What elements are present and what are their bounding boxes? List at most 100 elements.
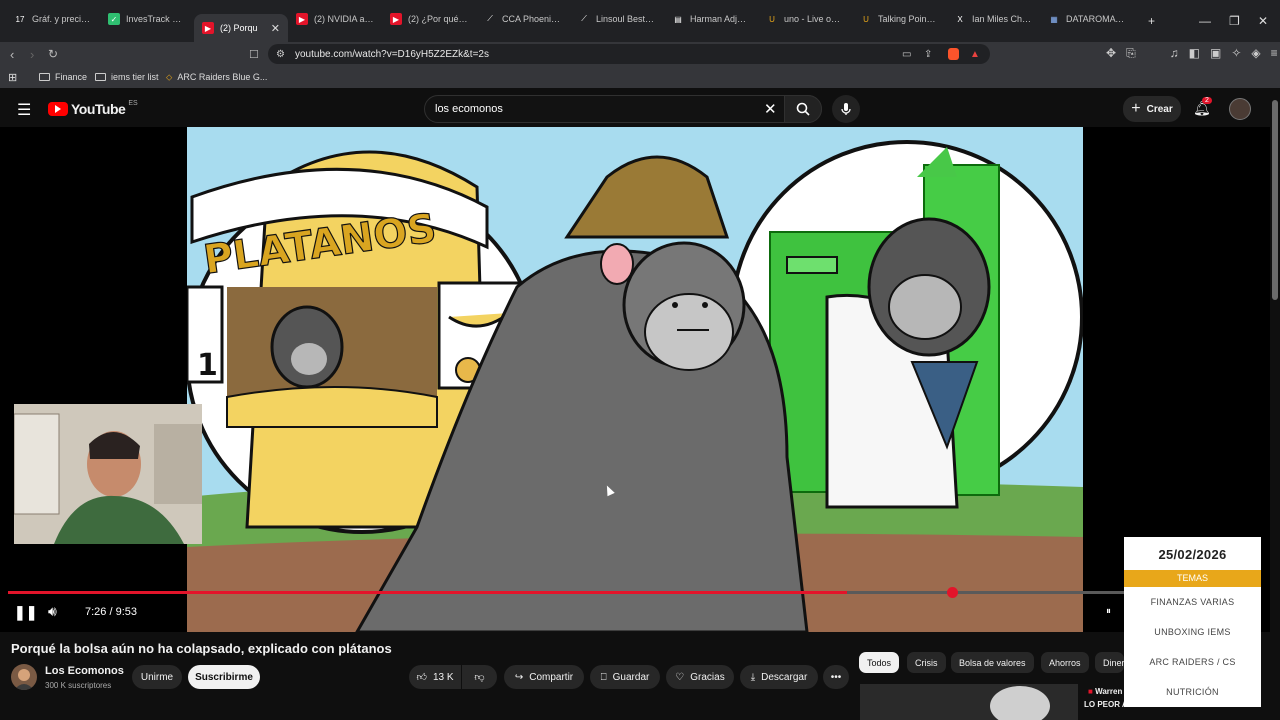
music-icon[interactable]: ♫ — [1170, 46, 1179, 61]
download-icon: ⤓ — [750, 671, 756, 683]
site-info-icon[interactable]: ⚙ — [276, 49, 285, 60]
brave-rewards-icon[interactable]: ▲ — [970, 49, 980, 60]
progress-fill — [8, 591, 848, 594]
voice-search-button[interactable] — [832, 95, 860, 123]
save-button[interactable]: ⎕ Guardar — [590, 665, 660, 689]
chart-icon: ▤ — [672, 13, 684, 25]
x-icon: X — [954, 13, 966, 25]
share-button[interactable]: ↪ Compartir — [504, 665, 584, 689]
vpn-icon[interactable]: ◈ — [1251, 46, 1260, 61]
screenshot-icon[interactable]: ⎘ — [1126, 46, 1136, 61]
share-icon[interactable]: ⇪ — [924, 49, 932, 60]
channel-avatar[interactable] — [11, 664, 37, 690]
create-button[interactable]: + Crear — [1123, 96, 1181, 122]
leo-icon[interactable]: ✧ — [1231, 46, 1241, 61]
avatar[interactable] — [1229, 98, 1251, 120]
bookmark-icon[interactable]: ☐ — [249, 48, 259, 61]
chip-crisis[interactable]: Crisis — [907, 652, 946, 673]
bookmark-finance[interactable]: Finance — [39, 72, 87, 82]
tab-title: Harman Adjusted — [690, 14, 750, 24]
apps-icon[interactable]: ⊞ — [8, 71, 17, 84]
folder-icon — [95, 73, 106, 81]
autoplay-toggle-icon[interactable]: ⏸ — [1106, 606, 1111, 617]
topic-item[interactable]: FINANZAS VARIAS — [1124, 587, 1261, 617]
browser-tab[interactable]: ▶ (2) Porqu ✕ — [194, 14, 288, 42]
browser-tab[interactable]: ▶ (2) ¿Por qué sube — [382, 2, 476, 36]
recommendation-channel[interactable]: ■ Warren — [1088, 687, 1124, 696]
bookmark-iems[interactable]: iems tier list — [95, 72, 159, 82]
search-input[interactable]: los ecomonos ✕ — [424, 95, 822, 123]
tab-title: DATAROMA Supe — [1066, 14, 1126, 24]
like-button[interactable]: 👍︎ 13 K — [409, 665, 461, 689]
recommendation-title[interactable]: LO PEOR AÚN NO HA LLEGADO — [1084, 700, 1124, 709]
browser-tab[interactable]: ⟋ CCA Phoenix | 10 — [476, 2, 570, 36]
tab-title: uno - Live overla — [784, 14, 844, 24]
browser-tab[interactable]: 17 Gráf. y precio fo — [6, 2, 100, 36]
tab-title: Linsoul Best Audi — [596, 14, 656, 24]
notifications-button[interactable]: 🔔︎ 2 — [1193, 97, 1212, 117]
brave-shield-icon[interactable] — [948, 48, 959, 60]
forward-icon[interactable]: › — [30, 47, 34, 62]
youtube-icon: ▶ — [390, 13, 402, 25]
subscribe-button[interactable]: Suscribirme — [188, 665, 260, 689]
browser-tab[interactable]: ✓ InvesTrack – Tus — [100, 2, 194, 36]
more-actions-button[interactable]: ••• — [823, 665, 849, 689]
video-title: Porqué la bolsa aún no ha colapsado, exp… — [11, 641, 392, 656]
topic-item[interactable]: NUTRICIÓN — [1124, 677, 1261, 707]
channel-name[interactable]: Los Ecomonos — [45, 665, 124, 677]
heart-dollar-icon: ♡ — [675, 671, 685, 683]
url-text: youtube.com/watch?v=D16yH5Z2EZk&t=2s — [295, 48, 489, 60]
video-frame[interactable]: PLATANOS 1 1 — [187, 127, 1083, 632]
back-icon[interactable]: ‹ — [10, 47, 14, 62]
topic-item[interactable]: ARC RAIDERS / CS — [1124, 647, 1261, 677]
browser-tab[interactable]: ⟋ Linsoul Best Audi — [570, 2, 664, 36]
thanks-button[interactable]: ♡ Gracias — [666, 665, 734, 689]
like-count: 13 K — [432, 671, 454, 683]
scrollbar-thumb[interactable] — [1272, 100, 1278, 300]
install-icon[interactable]: ▭ — [902, 49, 911, 60]
restore-button[interactable]: ❐ — [1229, 14, 1240, 28]
browser-tab[interactable]: X Ian Miles Cheong — [946, 2, 1040, 36]
pause-icon[interactable]: ❚❚ — [14, 604, 37, 621]
chip-all[interactable]: Todos — [859, 652, 900, 673]
search-button[interactable] — [784, 95, 822, 123]
chip-savings[interactable]: Ahorros — [1041, 652, 1089, 673]
browser-tab[interactable]: Uuno - Live overla — [758, 2, 852, 36]
thumbs-up-icon: 👍︎ — [416, 672, 427, 683]
chip-money[interactable]: Diner — [1095, 652, 1124, 673]
youtube-logo[interactable]: YouTube ES — [48, 100, 138, 117]
download-button[interactable]: ⤓ Descargar — [740, 665, 818, 689]
menu-icon[interactable]: ≡ — [1271, 46, 1278, 61]
browser-tab[interactable]: ▦ DATAROMA Supe — [1040, 2, 1134, 36]
more-icon: ••• — [830, 671, 842, 683]
bookmark-arc[interactable]: ⬦ ARC Raiders Blue G... — [166, 72, 267, 83]
topic-item[interactable]: UNBOXING IEMS — [1124, 617, 1261, 647]
join-button[interactable]: Unirme — [132, 665, 182, 689]
recommendation-thumbnail[interactable] — [860, 684, 1078, 720]
recommendation-channel-name: Warren — [1095, 687, 1123, 696]
hamburger-menu-icon[interactable]: ☰ — [17, 100, 31, 120]
close-window-button[interactable]: ✕ — [1258, 14, 1268, 28]
minimize-button[interactable]: — — [1199, 14, 1211, 28]
progress-scrubber[interactable] — [947, 587, 958, 598]
browser-tab[interactable]: ▶ (2) NVIDIA al LÍM — [288, 2, 382, 36]
page-scrollbar[interactable] — [1270, 88, 1280, 720]
subscriber-count: 300 K suscriptores — [45, 681, 112, 690]
close-tab-icon[interactable]: ✕ — [271, 22, 280, 35]
address-bar[interactable]: ⚙ youtube.com/watch?v=D16yH5Z2EZk&t=2s ▭… — [268, 44, 990, 64]
volume-icon[interactable]: 🔊︎ — [48, 603, 57, 620]
reload-icon[interactable]: ↻ — [48, 47, 58, 61]
browser-tab[interactable]: ▤ Harman Adjusted — [664, 2, 758, 36]
sidebar-icon[interactable]: ◧ — [1189, 46, 1200, 61]
youtube-icon: ▶ — [296, 13, 308, 25]
wallet-icon[interactable]: ▣ — [1210, 46, 1221, 61]
clear-search-icon[interactable]: ✕ — [764, 100, 777, 118]
new-tab-button[interactable]: + — [1148, 14, 1155, 28]
dislike-button[interactable]: 👎︎ — [462, 665, 497, 689]
extensions-icon[interactable]: ✥ — [1106, 46, 1116, 61]
chip-stock-market[interactable]: Bolsa de valores — [951, 652, 1034, 673]
bookmark-label: ARC Raiders Blue G... — [177, 72, 268, 82]
tab-title: Ian Miles Cheong — [972, 14, 1032, 24]
browser-tab[interactable]: U Talking Points | M — [852, 2, 946, 36]
folder-icon — [39, 73, 50, 81]
